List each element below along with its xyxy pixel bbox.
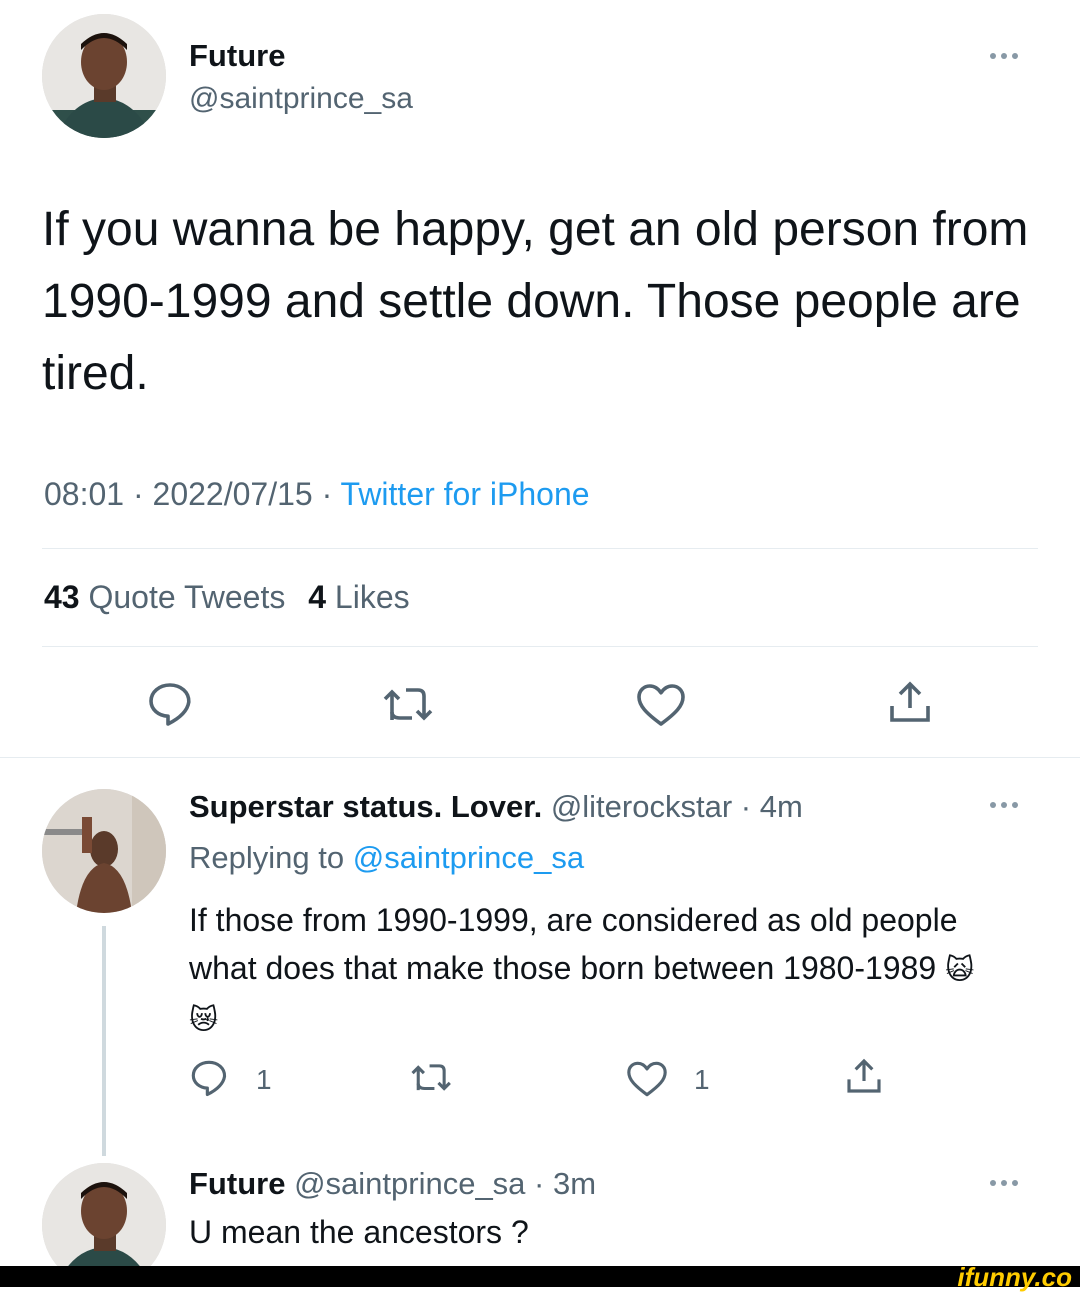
reply-icon[interactable] xyxy=(146,681,194,727)
divider xyxy=(42,646,1038,647)
likes-count: 4 xyxy=(308,579,327,615)
likes-link[interactable]: 4 Likes xyxy=(308,579,409,615)
reply-text: If those from 1990-1999, are considered … xyxy=(189,896,989,1044)
like-icon[interactable] xyxy=(636,682,686,728)
share-icon[interactable] xyxy=(886,678,934,726)
separator-dot: · xyxy=(132,476,144,512)
replying-to-handle[interactable]: @saintprince_sa xyxy=(353,840,584,875)
divider xyxy=(0,757,1080,758)
quote-tweets-label: Quote Tweets xyxy=(88,579,286,615)
separator-dot: · xyxy=(732,789,760,824)
tweet-text: If you wanna be happy, get an old person… xyxy=(42,203,1029,400)
avatar[interactable] xyxy=(42,789,166,913)
handle[interactable]: @saintprince_sa xyxy=(294,1166,525,1201)
share-icon[interactable] xyxy=(844,1056,884,1096)
display-name[interactable]: Superstar status. Lover. xyxy=(189,789,542,824)
quote-tweets-count: 43 xyxy=(44,579,80,615)
display-name[interactable]: Future xyxy=(189,1166,285,1201)
separator-dot: · xyxy=(321,476,333,512)
reply-body: If those from 1990-1999, are considered … xyxy=(189,902,958,986)
avatar-image xyxy=(42,789,166,913)
retweet-icon[interactable] xyxy=(410,1061,454,1095)
handle[interactable]: @literockstar xyxy=(551,789,732,824)
time-ago[interactable]: 3m xyxy=(553,1166,596,1201)
quote-tweets-link[interactable]: 43 Quote Tweets xyxy=(44,579,294,615)
avatar[interactable] xyxy=(42,14,166,138)
replying-to-label: Replying to xyxy=(189,840,345,875)
display-name[interactable]: Future xyxy=(189,38,285,74)
tweet-source[interactable]: Twitter for iPhone xyxy=(341,476,590,512)
retweet-icon[interactable] xyxy=(382,684,436,726)
divider xyxy=(42,548,1038,549)
tweet-meta: 08:01 · 2022/07/15 · Twitter for iPhone xyxy=(44,476,590,513)
reply-header: Future @saintprince_sa · 3m xyxy=(189,1166,596,1202)
time-ago[interactable]: 4m xyxy=(760,789,803,824)
tweet-date: 2022/07/15 xyxy=(152,476,313,512)
more-options-icon[interactable] xyxy=(990,53,1018,59)
more-options-icon[interactable] xyxy=(990,1180,1018,1186)
replying-to: Replying to @saintprince_sa xyxy=(189,840,584,876)
reply-text: U mean the ancestors ? xyxy=(189,1214,529,1250)
watermark-bar xyxy=(0,1266,1080,1287)
handle[interactable]: @saintprince_sa xyxy=(189,82,413,116)
watermark-logo: ifunny.co xyxy=(957,1262,1072,1292)
like-count: 1 xyxy=(694,1064,710,1095)
more-options-icon[interactable] xyxy=(990,802,1018,808)
like-icon[interactable] xyxy=(626,1060,668,1098)
tweet-stats: 43 Quote Tweets 4 Likes xyxy=(44,579,410,616)
tweet-time: 08:01 xyxy=(44,476,125,512)
reply-thread-line xyxy=(102,926,106,1156)
reply-count: 1 xyxy=(256,1064,272,1095)
reply-header: Superstar status. Lover. @literockstar ·… xyxy=(189,789,803,825)
avatar-image xyxy=(42,14,166,138)
likes-label: Likes xyxy=(334,579,410,615)
reply-icon[interactable] xyxy=(189,1059,229,1097)
separator-dot: · xyxy=(525,1166,553,1201)
